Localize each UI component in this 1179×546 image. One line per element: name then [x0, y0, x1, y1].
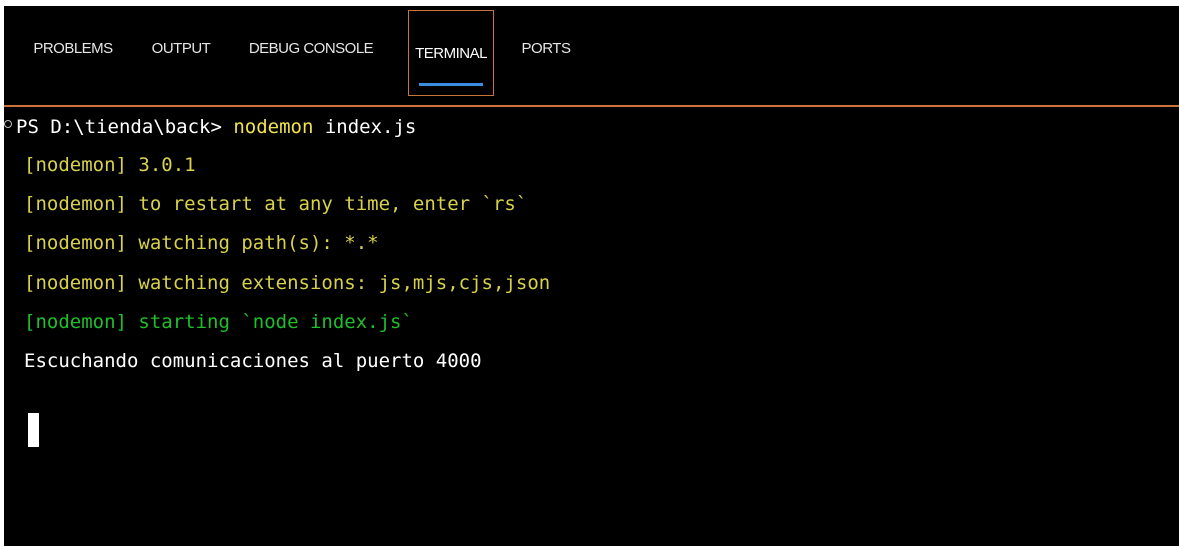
terminal-line: [nodemon] 3.0.1 [24, 154, 196, 176]
terminal-line: [nodemon] watching extensions: js,mjs,cj… [24, 272, 551, 294]
terminal-output[interactable]: PS D:\tienda\back> nodemon index.js [nod… [4, 107, 1179, 546]
tab-terminal[interactable]: TERMINAL [408, 10, 494, 96]
tab-problems[interactable]: PROBLEMS [23, 6, 123, 90]
tab-debug-console[interactable]: DEBUG CONSOLE [239, 6, 383, 90]
command-status-icon[interactable] [4, 120, 12, 128]
panel-tab-bar: PROBLEMS OUTPUT DEBUG CONSOLE TERMINAL P… [4, 6, 1179, 107]
terminal-panel: PROBLEMS OUTPUT DEBUG CONSOLE TERMINAL P… [4, 6, 1179, 546]
terminal-line: [nodemon] to restart at any time, enter … [24, 193, 528, 215]
terminal-line: [nodemon] starting `node index.js` [24, 311, 413, 333]
terminal-line: Escuchando comunicaciones al puerto 4000 [24, 350, 482, 372]
tab-ports[interactable]: PORTS [511, 6, 581, 90]
terminal-cursor [28, 413, 39, 447]
terminal-line: [nodemon] watching path(s): *.* [24, 232, 379, 254]
prompt-command: nodemon [233, 116, 314, 138]
prompt-args: index.js [313, 116, 417, 138]
tab-output[interactable]: OUTPUT [138, 6, 224, 90]
prompt-prefix: PS D:\tienda\back> [16, 116, 234, 138]
prompt-line: PS D:\tienda\back> nodemon index.js [16, 107, 416, 147]
